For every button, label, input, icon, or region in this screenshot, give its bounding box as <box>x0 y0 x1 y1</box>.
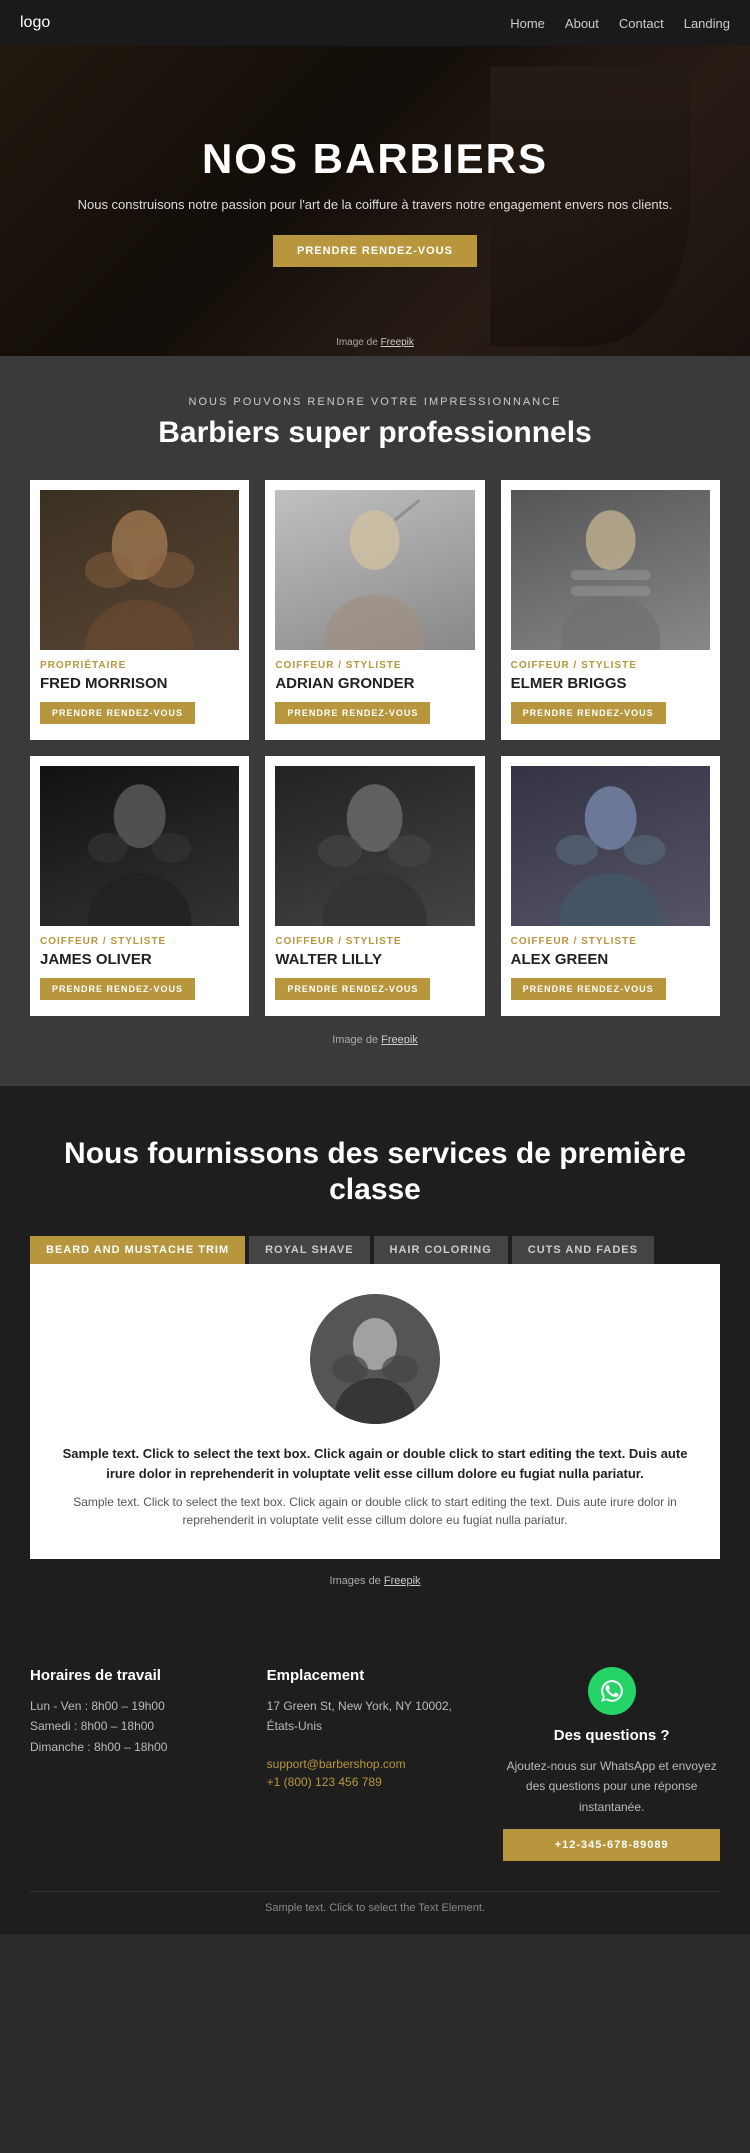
footer-whatsapp-title: Des questions ? <box>503 1727 720 1744</box>
tab-hair-coloring[interactable]: HAIR COLORING <box>374 1236 508 1264</box>
nav-home[interactable]: Home <box>510 16 545 31</box>
barber-name-1: FRED MORRISON <box>40 675 239 692</box>
barber-card: PROPRIÉTAIRE FRED MORRISON PRENDRE RENDE… <box>30 480 249 740</box>
tab-beard-mustache[interactable]: BEARD AND MUSTACHE TRIM <box>30 1236 245 1264</box>
footer-grid: Horaires de travail Lun - Ven : 8h00 – 1… <box>30 1667 720 1861</box>
barber-photo-6 <box>511 766 710 926</box>
hero-credit: Image de Freepik <box>336 337 414 348</box>
services-section: Nous fournissons des services de premièr… <box>0 1086 750 1627</box>
footer-email[interactable]: support@barbershop.com <box>267 1757 406 1771</box>
footer: Horaires de travail Lun - Ven : 8h00 – 1… <box>0 1627 750 1934</box>
nav-logo: logo <box>20 14 50 32</box>
barber-btn-5[interactable]: PRENDRE RENDEZ-VOUS <box>275 978 430 1000</box>
footer-whatsapp-text: Ajoutez-nous sur WhatsApp et envoyez des… <box>503 1756 720 1817</box>
barber-role-3: COIFFEUR / STYLISTE <box>511 660 710 671</box>
barber-card: COIFFEUR / STYLISTE ADRIAN GRONDER PREND… <box>265 480 484 740</box>
nav-contact[interactable]: Contact <box>619 16 664 31</box>
footer-location: Emplacement 17 Green St, New York, NY 10… <box>267 1667 484 1861</box>
footer-bottom-text: Sample text. Click to select the Text El… <box>265 1902 485 1914</box>
barber-role-2: COIFFEUR / STYLISTE <box>275 660 474 671</box>
footer-phone: +1 (800) 123 456 789 <box>267 1775 382 1789</box>
barber-name-6: ALEX GREEN <box>511 951 710 968</box>
barber-btn-6[interactable]: PRENDRE RENDEZ-VOUS <box>511 978 666 1000</box>
hero-cta-button[interactable]: PRENDRE RENDEZ-VOUS <box>273 235 477 267</box>
barber-name-4: JAMES OLIVER <box>40 951 239 968</box>
footer-address: 17 Green St, New York, NY 10002, États-U… <box>267 1696 484 1737</box>
barber-photo-5 <box>275 766 474 926</box>
barber-role-5: COIFFEUR / STYLISTE <box>275 936 474 947</box>
hero-credit-link[interactable]: Freepik <box>381 337 414 348</box>
hero-section: NOS BARBIERS Nous construisons notre pas… <box>0 46 750 356</box>
services-credit-link[interactable]: Freepik <box>384 1575 421 1587</box>
footer-bottom: Sample text. Click to select the Text El… <box>30 1891 720 1914</box>
hero-title: NOS BARBIERS <box>78 135 673 183</box>
services-tabs: BEARD AND MUSTACHE TRIM ROYAL SHAVE HAIR… <box>30 1236 720 1264</box>
nav-landing[interactable]: Landing <box>684 16 730 31</box>
barber-name-3: ELMER BRIGGS <box>511 675 710 692</box>
barber-role-6: COIFFEUR / STYLISTE <box>511 936 710 947</box>
footer-whatsapp: Des questions ? Ajoutez-nous sur WhatsAp… <box>503 1667 720 1861</box>
barber-photo-3 <box>511 490 710 650</box>
barber-card: COIFFEUR / STYLISTE ELMER BRIGGS PRENDRE… <box>501 480 720 740</box>
barbers-grid: PROPRIÉTAIRE FRED MORRISON PRENDRE RENDE… <box>30 480 720 1016</box>
whatsapp-button[interactable]: +12-345-678-89089 <box>503 1829 720 1861</box>
service-text-bold: Sample text. Click to select the text bo… <box>60 1444 690 1483</box>
barber-btn-3[interactable]: PRENDRE RENDEZ-VOUS <box>511 702 666 724</box>
footer-location-title: Emplacement <box>267 1667 484 1684</box>
service-panel: Sample text. Click to select the text bo… <box>30 1264 720 1559</box>
nav-about[interactable]: About <box>565 16 599 31</box>
footer-hours-line-3: Dimanche : 8h00 – 18h00 <box>30 1737 247 1757</box>
barber-photo-2 <box>275 490 474 650</box>
tab-cuts-fades[interactable]: CUTS AND FADES <box>512 1236 654 1264</box>
footer-hours-line-2: Samedi : 8h00 – 18h00 <box>30 1716 247 1736</box>
service-image <box>310 1294 440 1424</box>
barber-card: COIFFEUR / STYLISTE ALEX GREEN PRENDRE R… <box>501 756 720 1016</box>
whatsapp-icon <box>588 1667 636 1715</box>
nav-links: Home About Contact Landing <box>510 16 730 31</box>
barber-card: COIFFEUR / STYLISTE JAMES OLIVER PRENDRE… <box>30 756 249 1016</box>
barber-role-1: PROPRIÉTAIRE <box>40 660 239 671</box>
barbiers-credit: Image de Freepik <box>30 1034 720 1046</box>
footer-hours-title: Horaires de travail <box>30 1667 247 1684</box>
navbar: logo Home About Contact Landing <box>0 0 750 46</box>
services-title: Nous fournissons des services de premièr… <box>30 1136 720 1208</box>
service-text-normal: Sample text. Click to select the text bo… <box>60 1493 690 1529</box>
services-credit: Images de Freepik <box>30 1575 720 1587</box>
hero-content: NOS BARBIERS Nous construisons notre pas… <box>58 115 693 287</box>
footer-hours: Horaires de travail Lun - Ven : 8h00 – 1… <box>30 1667 247 1861</box>
barber-btn-2[interactable]: PRENDRE RENDEZ-VOUS <box>275 702 430 724</box>
barber-photo-4 <box>40 766 239 926</box>
barbiers-title: Barbiers super professionnels <box>30 416 720 450</box>
barber-photo-1 <box>40 490 239 650</box>
barber-btn-4[interactable]: PRENDRE RENDEZ-VOUS <box>40 978 195 1000</box>
barbiers-section: NOUS POUVONS RENDRE VOTRE IMPRESSIONNANC… <box>0 356 750 1086</box>
barber-btn-1[interactable]: PRENDRE RENDEZ-VOUS <box>40 702 195 724</box>
barber-name-2: ADRIAN GRONDER <box>275 675 474 692</box>
barbiers-label: NOUS POUVONS RENDRE VOTRE IMPRESSIONNANC… <box>30 396 720 408</box>
barber-role-4: COIFFEUR / STYLISTE <box>40 936 239 947</box>
footer-hours-line-1: Lun - Ven : 8h00 – 19h00 <box>30 1696 247 1716</box>
tab-royal-shave[interactable]: ROYAL SHAVE <box>249 1236 369 1264</box>
hero-subtitle: Nous construisons notre passion pour l'a… <box>78 195 673 215</box>
barber-name-5: WALTER LILLY <box>275 951 474 968</box>
barbiers-credit-link[interactable]: Freepik <box>381 1034 418 1046</box>
barber-card: COIFFEUR / STYLISTE WALTER LILLY PRENDRE… <box>265 756 484 1016</box>
